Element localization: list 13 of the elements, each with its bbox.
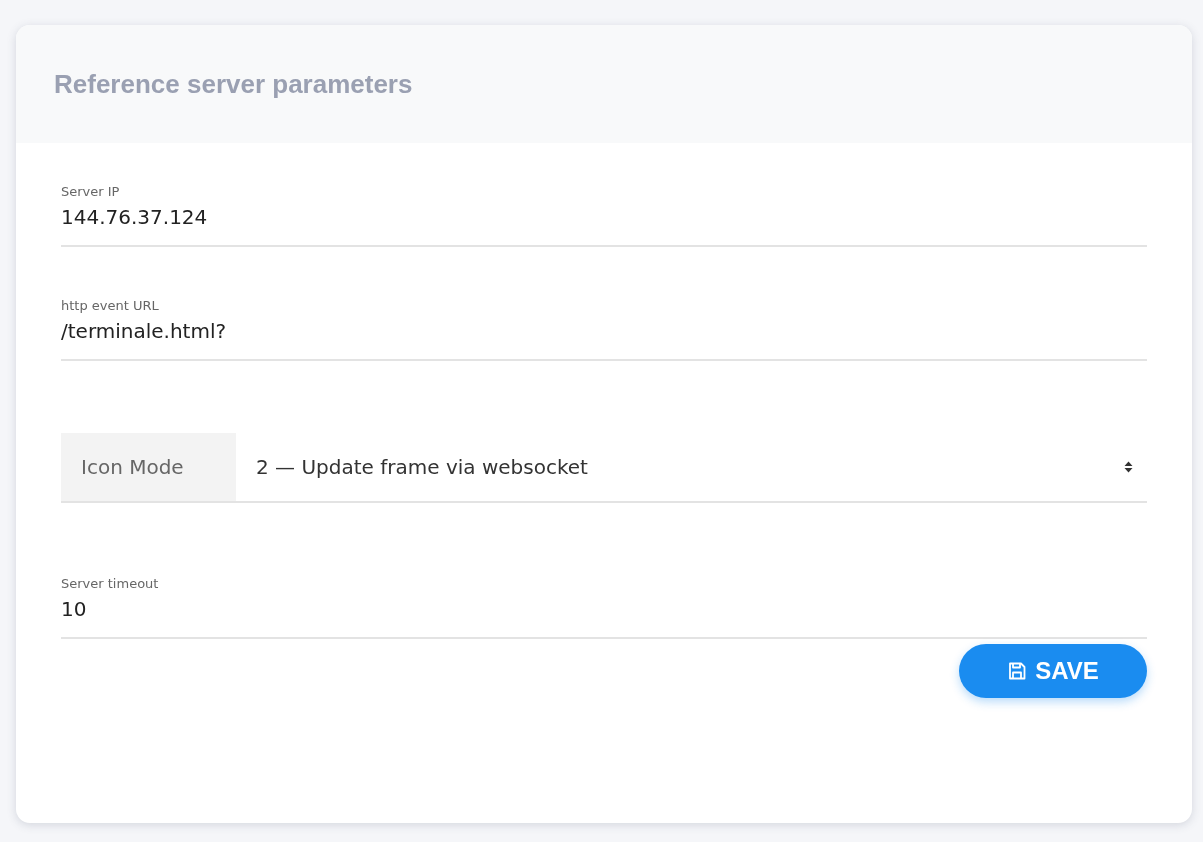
field-value: 10 bbox=[61, 596, 88, 623]
sort-arrows-icon bbox=[1124, 461, 1133, 473]
field-value: /terminale.html? bbox=[61, 318, 228, 345]
select-field[interactable]: 2 — Update frame via websocket bbox=[236, 433, 1147, 501]
field-label: Server IP bbox=[61, 183, 121, 201]
field-value: 144.76.37.124 bbox=[61, 204, 209, 231]
field-label: Server timeout bbox=[61, 575, 160, 593]
text-field[interactable]: http event URL /terminale.html? bbox=[61, 297, 1147, 361]
field-label: http event URL bbox=[61, 297, 160, 315]
text-field[interactable]: Server IP 144.76.37.124 bbox=[61, 183, 1147, 247]
text-field[interactable]: Server timeout 10 bbox=[61, 575, 1147, 639]
select-label: Icon Mode bbox=[61, 433, 236, 501]
card-title: Reference server parameters bbox=[54, 68, 413, 100]
